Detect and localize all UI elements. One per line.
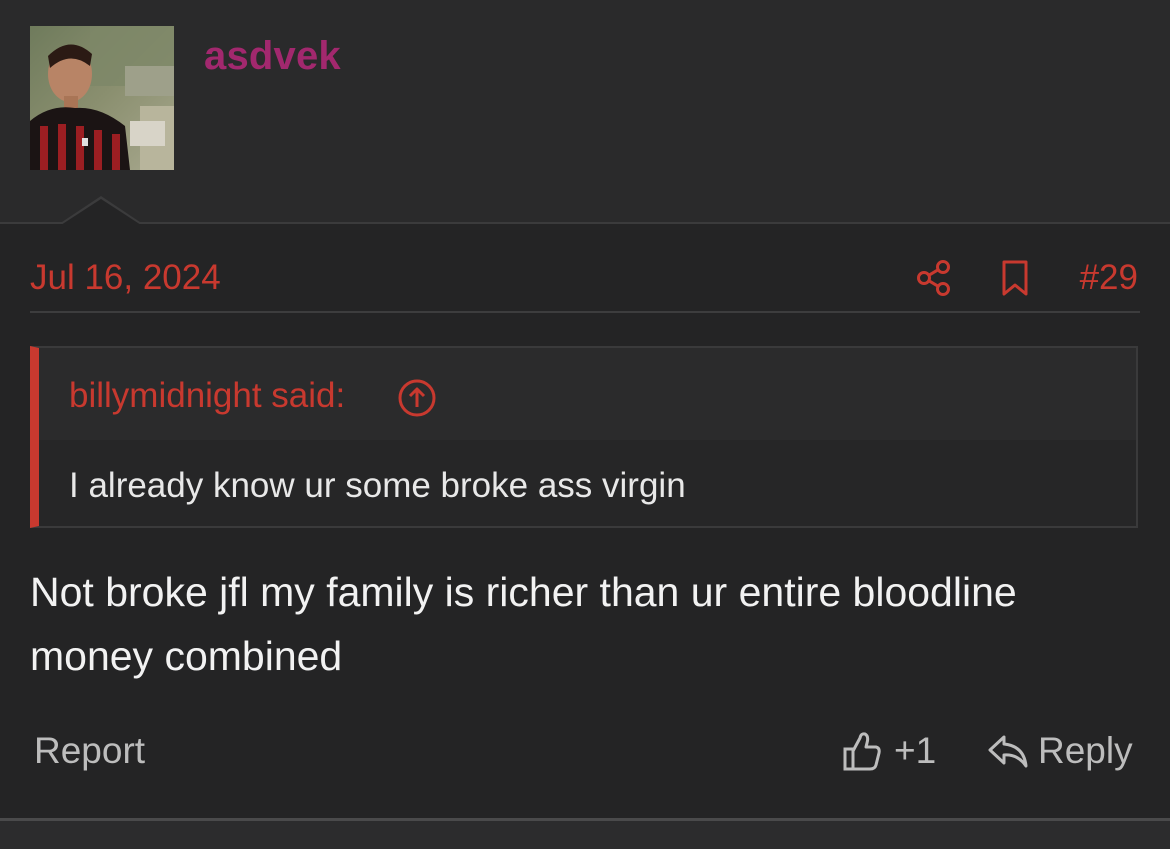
quote-text: I already know ur some broke ass virgin <box>69 466 686 505</box>
report-link[interactable]: Report <box>34 730 145 772</box>
post-date[interactable]: Jul 16, 2024 <box>30 258 221 298</box>
thumbs-up-icon <box>842 730 882 772</box>
like-count: +1 <box>894 730 937 771</box>
post-number[interactable]: #29 <box>1080 258 1138 298</box>
quote-block: billymidnight said: I already know ur so… <box>30 346 1138 528</box>
post-meta: Jul 16, 2024 #29 <box>30 258 1138 298</box>
avatar-image <box>30 26 174 170</box>
quote-author[interactable]: billymidnight said: <box>69 376 345 416</box>
bookmark-icon[interactable] <box>1000 258 1030 298</box>
like-button[interactable]: +1 <box>842 728 936 774</box>
quote-header: billymidnight said: <box>39 348 1136 440</box>
post-bottom-divider <box>0 818 1170 849</box>
avatar[interactable] <box>30 26 174 170</box>
meta-divider <box>30 311 1140 313</box>
share-icon[interactable] <box>916 258 952 298</box>
post-message: Not broke jfl my family is richer than u… <box>30 569 1017 679</box>
arrow-up-circle-icon[interactable] <box>397 378 437 418</box>
username[interactable]: asdvek <box>204 34 341 79</box>
post-container: asdvek Jul 16, 2024 #29 billymidnight sa… <box>0 0 1170 849</box>
reply-button[interactable]: Reply <box>986 728 1133 774</box>
speech-arrow-fill <box>61 199 141 225</box>
post-user-header: asdvek <box>0 0 1170 222</box>
reply-label: Reply <box>1038 730 1133 771</box>
reply-arrow-icon <box>986 731 1030 771</box>
